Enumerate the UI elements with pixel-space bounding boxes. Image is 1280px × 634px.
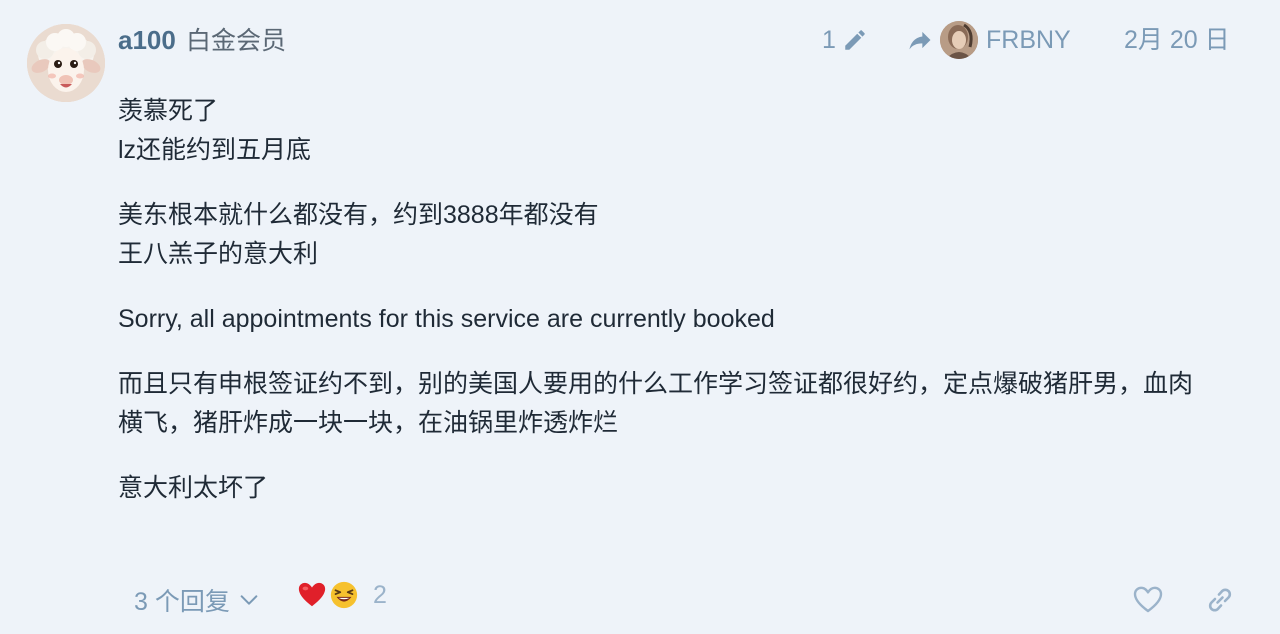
link-icon[interactable] xyxy=(1204,584,1236,616)
reactions[interactable]: 2 xyxy=(297,580,387,610)
post-footer: 3 个回复 2 xyxy=(0,576,1280,622)
username[interactable]: a100 xyxy=(118,24,176,56)
text-line: Sorry, all appointments for this service… xyxy=(118,305,775,333)
text-line: 王八羔子的意大利 xyxy=(118,240,319,268)
frbny-avatar-image xyxy=(940,21,978,59)
show-replies-button[interactable]: 3 个回复 xyxy=(134,582,260,618)
laughing-face-icon xyxy=(330,581,358,609)
replies-label: 3 个回复 xyxy=(134,588,230,616)
post-body: 羡慕死了 lz还能约到五月底 美东根本就什么都没有，约到3888年都没有 王八羔… xyxy=(118,92,1238,534)
paragraph: Sorry, all appointments for this service… xyxy=(118,300,1238,339)
post-date[interactable]: 2月 20 日 xyxy=(1124,24,1230,56)
pencil-icon xyxy=(845,30,865,50)
text-line: 而且只有申根签证约不到，别的美国人要用的什么工作学习签证都很好约，定点爆破猪肝男… xyxy=(118,370,1194,398)
chevron-down-icon xyxy=(240,595,258,605)
user-title: 白金会员 xyxy=(186,27,287,55)
heart-icon[interactable] xyxy=(1132,584,1164,616)
user-avatar[interactable] xyxy=(27,24,105,102)
edit-count: 1 xyxy=(822,26,836,54)
edit-history-button[interactable]: 1 xyxy=(822,24,868,56)
text-line: 美东根本就什么都没有，约到3888年都没有 xyxy=(118,201,599,229)
share-arrow-icon xyxy=(909,31,931,50)
reply-to-link[interactable]: FRBNY xyxy=(906,21,1071,59)
reaction-count: 2 xyxy=(373,580,387,609)
post: a100 白金会员 1 FRBNY 2月 20 日 羡慕死了 lz还能约到五月底 xyxy=(0,0,1280,634)
text-line: 横飞，猪肝炸成一块一块，在油锅里炸透炸烂 xyxy=(118,409,619,437)
text-line: 意大利太坏了 xyxy=(118,474,269,502)
paragraph: 羡慕死了 lz还能约到五月底 xyxy=(118,92,1238,170)
reply-to-username: FRBNY xyxy=(986,25,1071,54)
paragraph: 而且只有申根签证约不到，别的美国人要用的什么工作学习签证都很好约，定点爆破猪肝男… xyxy=(118,365,1238,443)
paragraph: 美东根本就什么都没有，约到3888年都没有 王八羔子的意大利 xyxy=(118,196,1238,274)
red-heart-icon xyxy=(298,582,326,607)
reply-to-avatar xyxy=(940,21,978,59)
text-line: lz还能约到五月底 xyxy=(118,136,312,164)
sheep-avatar-image xyxy=(27,24,105,102)
paragraph: 意大利太坏了 xyxy=(118,469,1238,508)
text-line: 羡慕死了 xyxy=(118,97,219,125)
